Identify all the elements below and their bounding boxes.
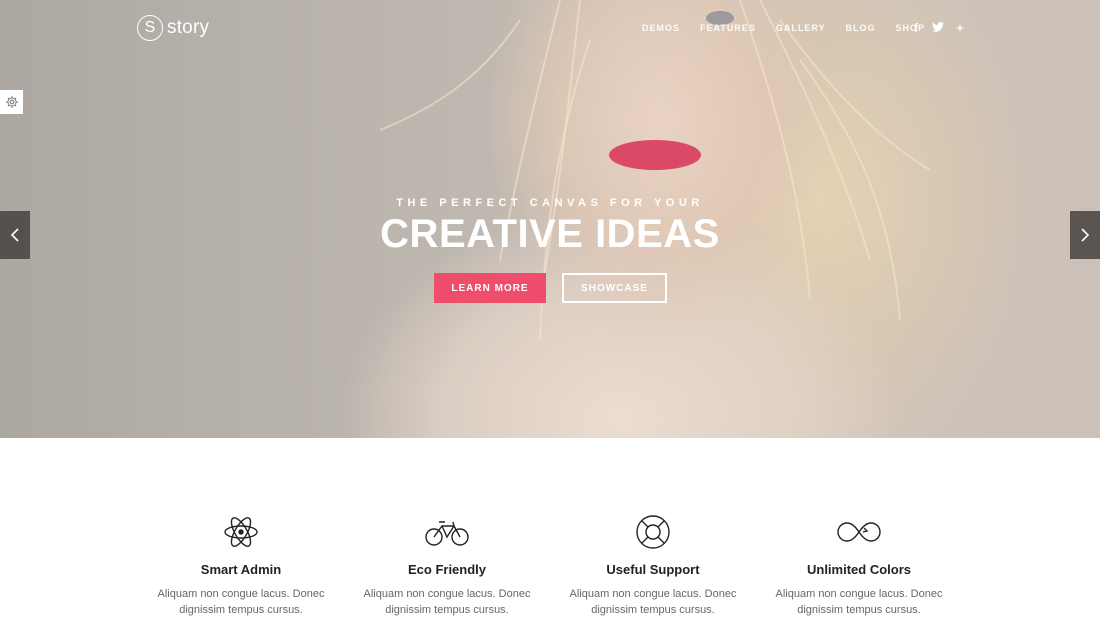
atom-icon <box>224 517 258 547</box>
twitter-icon[interactable] <box>932 21 944 35</box>
facebook-icon[interactable]: f <box>910 21 922 35</box>
nav-item-gallery[interactable]: GALLERY <box>776 23 826 33</box>
feature-title: Smart Admin <box>200 562 282 577</box>
learn-more-button[interactable]: LEARN MORE <box>434 273 546 303</box>
feature-title: Eco Friendly <box>407 562 487 577</box>
feature-desc-line: Aliquam non congue lacus. Donec <box>569 588 737 600</box>
feature-smart-admin: Smart Admin Aliquam non congue lacus. Do… <box>146 512 336 618</box>
feature-title: Unlimited Colors <box>806 562 911 577</box>
infinity-icon <box>837 522 881 542</box>
nav-item-features[interactable]: FEATURES <box>700 23 756 33</box>
plus-icon[interactable]: + <box>954 21 966 35</box>
site-logo[interactable]: S story <box>137 15 209 41</box>
social-links: f + <box>910 21 976 35</box>
feature-description: Aliquam non congue lacus. Donec dignissi… <box>764 586 954 618</box>
feature-description: Aliquam non congue lacus. Donec dignissi… <box>352 586 542 618</box>
feature-desc-line: Aliquam non congue lacus. Donec <box>157 588 325 600</box>
nav-item-demos[interactable]: DEMOS <box>642 23 680 33</box>
settings-panel-toggle[interactable] <box>0 90 23 114</box>
hero-tagline: THE PERFECT CANVAS FOR YOUR <box>396 197 704 209</box>
feature-desc-line: dignissim tempus cursus. <box>797 604 921 616</box>
gear-icon <box>5 96 18 108</box>
feature-description: Aliquam non congue lacus. Donec dignissi… <box>146 586 336 618</box>
lifebuoy-icon <box>636 515 670 549</box>
nav-item-blog[interactable]: BLOG <box>846 23 876 33</box>
feature-desc-line: Aliquam non congue lacus. Donec <box>775 588 943 600</box>
hero-headline: CREATIVE IDEAS <box>380 212 720 256</box>
main-nav: DEMOS FEATURES GALLERY BLOG SHOP <box>642 23 945 33</box>
logo-text: story <box>167 17 210 38</box>
logo-mark: S <box>137 15 163 41</box>
feature-desc-line: Aliquam non congue lacus. Donec <box>363 588 531 600</box>
feature-title: Useful Support <box>606 562 700 577</box>
feature-desc-line: dignissim tempus cursus. <box>591 604 715 616</box>
hero-slider: S story DEMOS FEATURES GALLERY BLOG SHOP… <box>0 0 1100 438</box>
features-section: Smart Admin Aliquam non congue lacus. Do… <box>0 438 1100 629</box>
feature-desc-line: dignissim tempus cursus. <box>385 604 509 616</box>
showcase-button[interactable]: SHOWCASE <box>562 273 667 303</box>
bicycle-icon <box>425 521 469 546</box>
feature-useful-support: Useful Support Aliquam non congue lacus.… <box>558 512 748 618</box>
feature-desc-line: dignissim tempus cursus. <box>179 604 303 616</box>
feature-description: Aliquam non congue lacus. Donec dignissi… <box>558 586 748 618</box>
feature-unlimited-colors: Unlimited Colors Aliquam non congue lacu… <box>764 512 954 618</box>
feature-eco-friendly: Eco Friendly Aliquam non congue lacus. D… <box>352 512 542 618</box>
